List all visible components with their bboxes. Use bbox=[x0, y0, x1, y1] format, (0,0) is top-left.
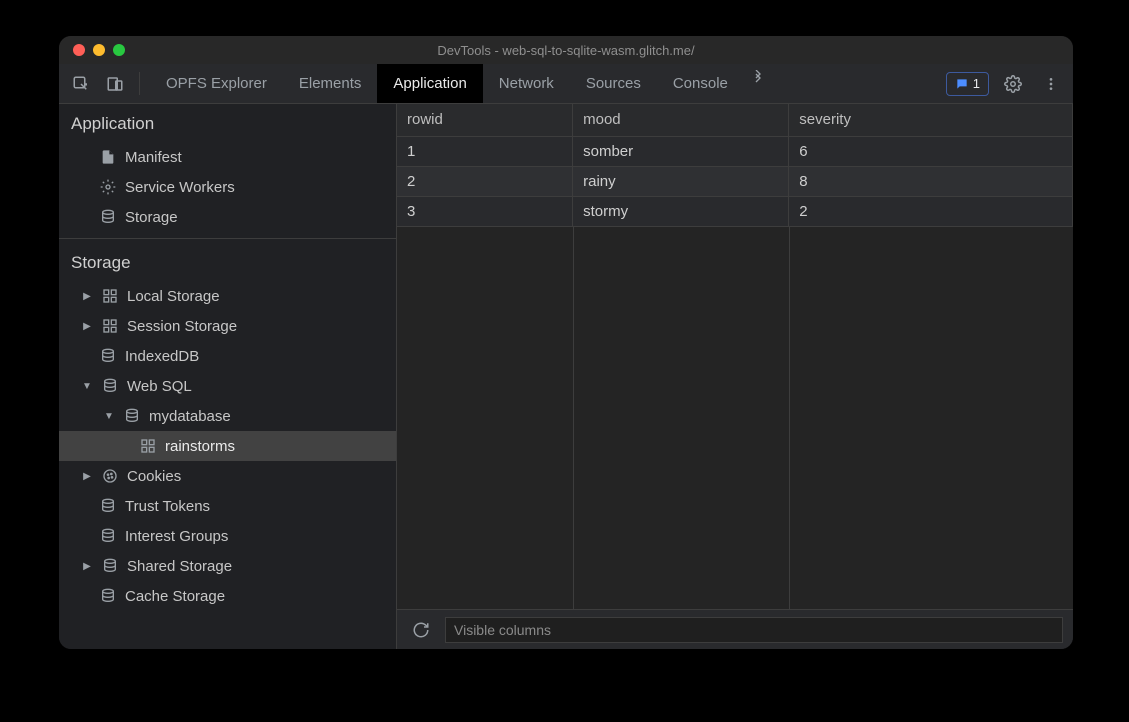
sidebar-item-label: Session Storage bbox=[127, 318, 237, 335]
tab-application[interactable]: Application bbox=[377, 64, 482, 103]
settings-button[interactable] bbox=[999, 70, 1027, 98]
section-storage-header: Storage bbox=[59, 238, 396, 281]
sidebar-item-indexeddb[interactable]: IndexedDB bbox=[59, 341, 396, 371]
sidebar-item-label: Service Workers bbox=[125, 179, 235, 196]
table-row[interactable]: 1 somber 6 bbox=[397, 136, 1073, 166]
chevron-right-icon: ▶ bbox=[81, 321, 93, 332]
more-tabs-button[interactable] bbox=[744, 64, 772, 92]
sidebar-item-local-storage[interactable]: ▶ Local Storage bbox=[59, 281, 396, 311]
column-header-mood[interactable]: mood bbox=[573, 104, 789, 136]
cell-mood: rainy bbox=[573, 166, 789, 196]
sidebar-item-label: Local Storage bbox=[127, 288, 220, 305]
cell-severity: 6 bbox=[789, 136, 1073, 166]
content-pane: rowid mood severity 1 somber 6 2 bbox=[397, 104, 1073, 649]
cell-mood: stormy bbox=[573, 196, 789, 226]
cell-rowid: 1 bbox=[397, 136, 573, 166]
table-row[interactable]: 3 stormy 2 bbox=[397, 196, 1073, 226]
sidebar-item-shared-storage[interactable]: ▶ Shared Storage bbox=[59, 551, 396, 581]
window-title: DevTools - web-sql-to-sqlite-wasm.glitch… bbox=[59, 43, 1073, 58]
sidebar-item-interest-groups[interactable]: Interest Groups bbox=[59, 521, 396, 551]
tab-opfs-explorer[interactable]: OPFS Explorer bbox=[150, 64, 283, 103]
refresh-button[interactable] bbox=[407, 616, 435, 644]
tab-network[interactable]: Network bbox=[483, 64, 570, 103]
database-icon bbox=[99, 347, 117, 365]
sidebar-item-manifest[interactable]: Manifest bbox=[59, 142, 396, 172]
file-icon bbox=[99, 148, 117, 166]
sidebar-item-rainstorms[interactable]: rainstorms bbox=[59, 431, 396, 461]
sidebar-item-label: rainstorms bbox=[165, 438, 235, 455]
database-icon bbox=[123, 407, 141, 425]
cell-severity: 2 bbox=[789, 196, 1073, 226]
sidebar-item-trust-tokens[interactable]: Trust Tokens bbox=[59, 491, 396, 521]
sidebar-item-label: Cache Storage bbox=[125, 588, 225, 605]
sidebar-item-session-storage[interactable]: ▶ Session Storage bbox=[59, 311, 396, 341]
column-header-rowid[interactable]: rowid bbox=[397, 104, 573, 136]
database-icon bbox=[101, 557, 119, 575]
gear-icon bbox=[99, 178, 117, 196]
issues-badge-button[interactable]: 1 bbox=[946, 72, 989, 96]
chevron-right-icon: ▶ bbox=[81, 561, 93, 572]
database-icon bbox=[99, 497, 117, 515]
tab-sources[interactable]: Sources bbox=[570, 64, 657, 103]
table-header-row: rowid mood severity bbox=[397, 104, 1073, 136]
cookie-icon bbox=[101, 467, 119, 485]
sidebar-item-websql[interactable]: ▼ Web SQL bbox=[59, 371, 396, 401]
panel-tabs: OPFS Explorer Elements Application Netwo… bbox=[150, 64, 772, 103]
grid-icon bbox=[101, 317, 119, 335]
column-header-severity[interactable]: severity bbox=[789, 104, 1073, 136]
cell-rowid: 3 bbox=[397, 196, 573, 226]
chevron-right-icon: ▶ bbox=[81, 471, 93, 482]
database-icon bbox=[99, 208, 117, 226]
sidebar-item-label: Interest Groups bbox=[125, 528, 228, 545]
sidebar-item-label: Trust Tokens bbox=[125, 498, 210, 515]
window-close-button[interactable] bbox=[73, 44, 85, 56]
cell-mood: somber bbox=[573, 136, 789, 166]
chevron-down-icon: ▼ bbox=[81, 381, 93, 392]
device-toolbar-button[interactable] bbox=[101, 70, 129, 98]
bottom-toolbar bbox=[397, 609, 1073, 649]
titlebar: DevTools - web-sql-to-sqlite-wasm.glitch… bbox=[59, 36, 1073, 64]
sidebar-item-mydatabase[interactable]: ▼ mydatabase bbox=[59, 401, 396, 431]
data-table[interactable]: rowid mood severity 1 somber 6 2 bbox=[397, 104, 1073, 609]
window-maximize-button[interactable] bbox=[113, 44, 125, 56]
inspect-element-button[interactable] bbox=[67, 70, 95, 98]
sidebar-item-service-workers[interactable]: Service Workers bbox=[59, 172, 396, 202]
table-row[interactable]: 2 rainy 8 bbox=[397, 166, 1073, 196]
sidebar-item-label: mydatabase bbox=[149, 408, 231, 425]
visible-columns-input[interactable] bbox=[445, 617, 1063, 643]
main-pane: Application Manifest Service Workers bbox=[59, 104, 1073, 649]
window-minimize-button[interactable] bbox=[93, 44, 105, 56]
database-icon bbox=[99, 527, 117, 545]
database-icon bbox=[101, 377, 119, 395]
tab-console[interactable]: Console bbox=[657, 64, 744, 103]
grid-icon bbox=[101, 287, 119, 305]
sidebar-item-label: Shared Storage bbox=[127, 558, 232, 575]
application-sidebar[interactable]: Application Manifest Service Workers bbox=[59, 104, 397, 649]
traffic-lights bbox=[59, 44, 125, 56]
sidebar-item-label: Web SQL bbox=[127, 378, 192, 395]
database-icon bbox=[99, 587, 117, 605]
chevron-down-icon: ▼ bbox=[103, 411, 115, 422]
tab-elements[interactable]: Elements bbox=[283, 64, 378, 103]
cell-severity: 8 bbox=[789, 166, 1073, 196]
sidebar-item-storage[interactable]: Storage bbox=[59, 202, 396, 232]
kebab-menu-button[interactable] bbox=[1037, 70, 1065, 98]
section-application-header: Application bbox=[59, 104, 396, 142]
sidebar-item-label: Cookies bbox=[127, 468, 181, 485]
sidebar-item-label: Manifest bbox=[125, 149, 182, 166]
sidebar-item-label: IndexedDB bbox=[125, 348, 199, 365]
toolbar: OPFS Explorer Elements Application Netwo… bbox=[59, 64, 1073, 104]
chevron-right-icon: ▶ bbox=[81, 291, 93, 302]
sidebar-item-cache-storage[interactable]: Cache Storage bbox=[59, 581, 396, 611]
sidebar-item-label: Storage bbox=[125, 209, 178, 226]
cell-rowid: 2 bbox=[397, 166, 573, 196]
grid-icon bbox=[139, 437, 157, 455]
sidebar-item-cookies[interactable]: ▶ Cookies bbox=[59, 461, 396, 491]
devtools-window: DevTools - web-sql-to-sqlite-wasm.glitch… bbox=[59, 36, 1073, 649]
issues-count: 1 bbox=[973, 76, 980, 91]
table-empty-area bbox=[397, 227, 1073, 610]
